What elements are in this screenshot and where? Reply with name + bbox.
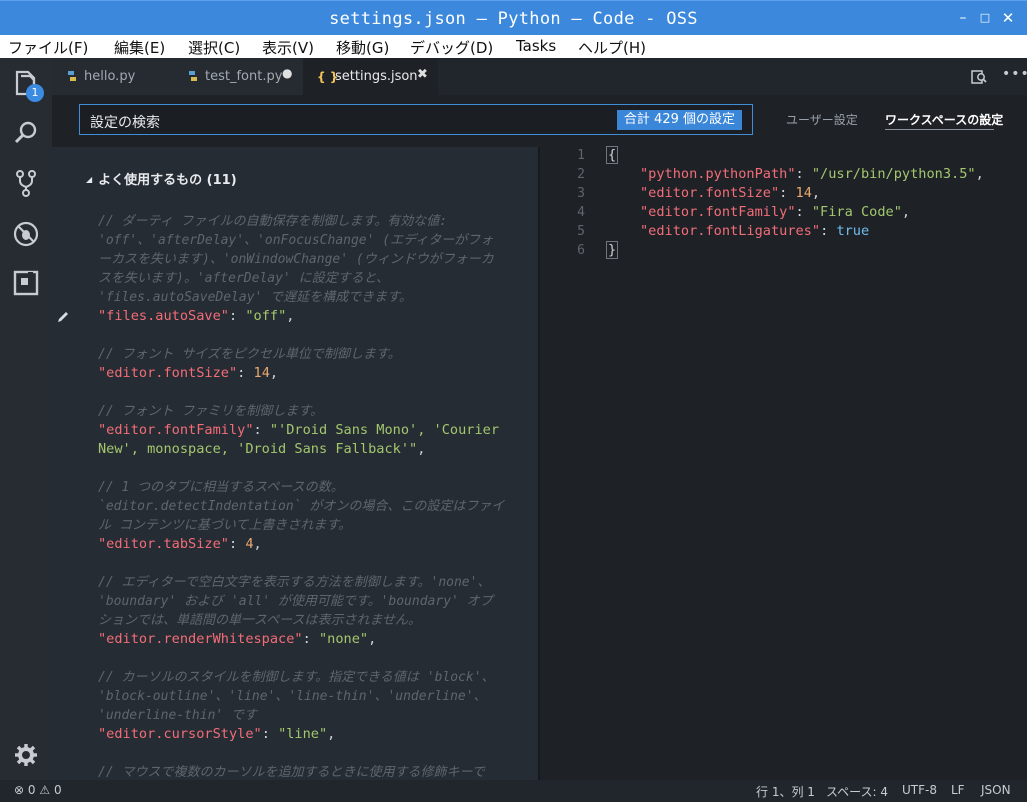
- tab-label: settings.json: [335, 69, 418, 84]
- code-line-6[interactable]: }: [606, 241, 619, 260]
- open-settings-icon[interactable]: [970, 68, 988, 86]
- setting-row[interactable]: "editor.fontFamily": "'Droid Sans Mono',…: [98, 421, 499, 440]
- comment-whitespace-1: // エディターで空白文字を表示する方法を制御します。'none'、: [98, 575, 491, 590]
- language-mode[interactable]: JSON: [981, 783, 1011, 797]
- warning-count: 0: [53, 783, 62, 797]
- menu-debug[interactable]: デバッグ(D): [410, 37, 493, 58]
- user-settings-tab[interactable]: ユーザー設定: [786, 111, 858, 128]
- setting-row[interactable]: "editor.cursorStyle": "line",: [98, 725, 335, 744]
- source-control-icon[interactable]: [11, 168, 41, 198]
- unsaved-dot-icon[interactable]: ●: [282, 66, 292, 80]
- gear-icon[interactable]: [11, 740, 41, 770]
- minimize-icon[interactable]: –: [953, 7, 973, 29]
- indentation[interactable]: スペース: 4: [826, 783, 888, 800]
- more-actions-icon[interactable]: •••: [1002, 66, 1027, 82]
- tab-test-font-py[interactable]: test_font.py ●: [173, 58, 303, 95]
- code-line-3[interactable]: "editor.fontSize": 14,: [640, 184, 820, 203]
- comment-autosave-1: // ダーティ ファイルの自動保存を制御します。有効な値:: [98, 214, 448, 229]
- setting-row-continued: New', monospace, 'Droid Sans Fallback'",: [98, 441, 426, 457]
- code-line-1[interactable]: {: [606, 146, 619, 165]
- comment-autosave-3: ーカスを失います)、'onWindowChange' (ウィンドウがフォーカ: [98, 252, 494, 267]
- tab-label: hello.py: [84, 69, 136, 84]
- tab-settings-json[interactable]: { } settings.json ✖: [303, 58, 438, 95]
- menu-go[interactable]: 移動(G): [336, 37, 389, 58]
- code-line-5[interactable]: "editor.fontLigatures": true: [640, 222, 869, 241]
- menu-file[interactable]: ファイル(F): [8, 37, 88, 58]
- line-number: 1: [577, 148, 585, 163]
- active-tab-indicator: [885, 129, 994, 130]
- comment-cursor-1: // カーソルのスタイルを制御します。指定できる値は 'block'、: [98, 670, 495, 685]
- status-bar: ⊗ 0 ⚠ 0 行 1、列 1 スペース: 4 UTF-8 LF JSON: [0, 780, 1027, 802]
- title-bar: settings.json — Python — Code - OSS – □ …: [0, 0, 1027, 35]
- line-number: 6: [577, 243, 585, 258]
- setting-row[interactable]: "editor.renderWhitespace": "none",: [98, 630, 376, 649]
- window-title: settings.json — Python — Code - OSS: [329, 9, 698, 29]
- settings-search-input[interactable]: 設定の検索 合計 429 個の設定: [79, 104, 753, 135]
- line-number: 2: [577, 167, 585, 182]
- edit-pencil-icon[interactable]: [56, 310, 70, 324]
- collapse-triangle-icon: ◢: [86, 175, 93, 184]
- setting-row[interactable]: "editor.tabSize": 4,: [98, 535, 262, 554]
- debug-icon[interactable]: [11, 219, 41, 249]
- error-icon: ⊗: [14, 783, 25, 797]
- close-tab-icon[interactable]: ✖: [417, 67, 428, 82]
- menu-view[interactable]: 表示(V): [262, 37, 314, 58]
- section-header[interactable]: ◢ よく使用するもの (11): [86, 169, 237, 188]
- setting-row[interactable]: "editor.fontSize": 14,: [98, 364, 278, 383]
- maximize-icon[interactable]: □: [975, 7, 995, 29]
- warning-icon: ⚠: [39, 783, 51, 797]
- close-window-icon[interactable]: ✕: [998, 7, 1018, 29]
- comment-cursor-2: 'block-outline'、'line'、'line-thin'、'unde…: [98, 689, 487, 704]
- comment-cursor-3: 'underline-thin' です: [98, 708, 258, 723]
- comment-autosave-4: スを失います)。'afterDelay' に設定すると、: [98, 271, 390, 286]
- line-number: 5: [577, 224, 585, 239]
- tab-hello-py[interactable]: hello.py: [52, 58, 173, 95]
- tab-bar: hello.py test_font.py ● { } settings.jso…: [52, 58, 1027, 95]
- search-placeholder: 設定の検索: [90, 115, 160, 131]
- comment-whitespace-2: 'boundary' および 'all' が使用可能です。'boundary' …: [98, 594, 493, 609]
- workspace-settings-tab[interactable]: ワークスペースの設定: [885, 111, 1003, 128]
- python-file-icon: [189, 71, 197, 81]
- cursor-position[interactable]: 行 1、列 1: [756, 783, 815, 800]
- comment-autosave-2: 'off'、'afterDelay'、'onFocusChange' (エディタ…: [98, 233, 494, 248]
- tab-label: test_font.py: [205, 69, 283, 84]
- comment-whitespace-3: ションでは、単語間の単一スペースは表示されません。: [98, 613, 422, 628]
- comment-fontfamily: // フォント ファミリを制御します。: [98, 404, 324, 419]
- section-title: よく使用するもの (11): [98, 173, 237, 188]
- encoding[interactable]: UTF-8: [902, 783, 937, 797]
- activity-bar: [0, 58, 52, 780]
- search-icon[interactable]: [11, 118, 41, 148]
- menu-bar: ファイル(F) 編集(E) 選択(C) 表示(V) 移動(G) デバッグ(D) …: [0, 35, 1027, 58]
- comment-autosave-5: 'files.autoSaveDelay' で遅延を構成できます。: [98, 290, 412, 305]
- settings-count-badge: 合計 429 個の設定: [616, 110, 742, 130]
- comment-tabsize-3: ル コンテンツに基づいて上書きされます。: [98, 518, 352, 533]
- error-count: 0: [27, 783, 36, 797]
- code-line-4[interactable]: "editor.fontFamily": "Fira Code",: [640, 203, 910, 222]
- extensions-icon[interactable]: [11, 268, 41, 298]
- menu-edit[interactable]: 編集(E): [114, 37, 165, 58]
- problems-indicator[interactable]: ⊗ 0 ⚠ 0: [14, 783, 62, 797]
- menu-selection[interactable]: 選択(C): [188, 37, 240, 58]
- end-of-line[interactable]: LF: [951, 783, 965, 797]
- comment-fontsize: // フォント サイズをピクセル単位で制御します。: [98, 347, 401, 362]
- setting-row[interactable]: "files.autoSave": "off",: [98, 307, 294, 326]
- explorer-badge: 1: [26, 84, 44, 102]
- line-number: 3: [577, 186, 585, 201]
- code-line-2[interactable]: "python.pythonPath": "/usr/bin/python3.5…: [640, 165, 984, 184]
- menu-tasks[interactable]: Tasks: [516, 37, 556, 55]
- line-number: 4: [577, 205, 585, 220]
- menu-help[interactable]: ヘルプ(H): [578, 37, 646, 58]
- comment-tabsize-1: // 1 つのタブに相当するスペースの数。: [98, 480, 344, 495]
- python-file-icon: [68, 71, 76, 81]
- comment-tabsize-2: `editor.detectIndentation` がオンの場合、この設定はフ…: [98, 499, 505, 514]
